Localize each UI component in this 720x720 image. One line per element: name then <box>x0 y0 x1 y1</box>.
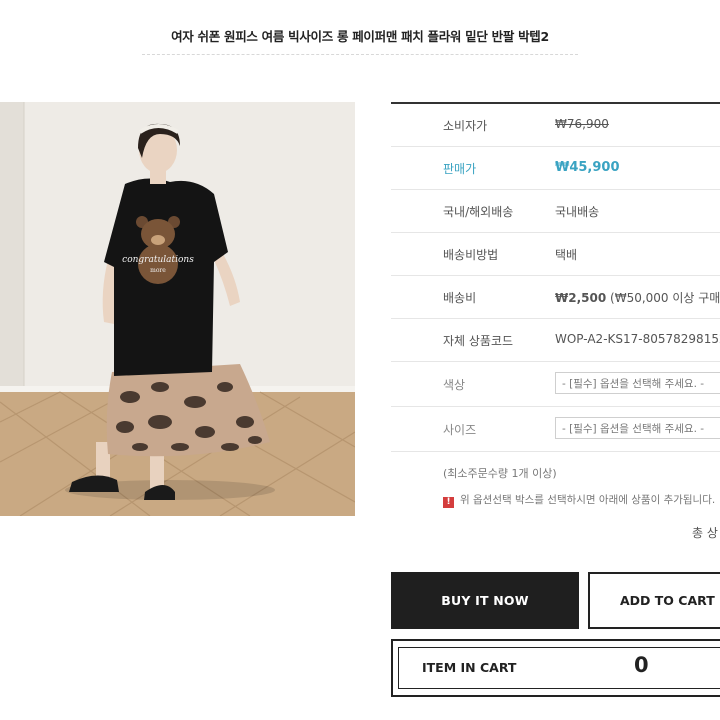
total-price-label: 총 상 <box>692 526 718 540</box>
shipping-fee-label: 배송비 <box>443 291 477 305</box>
shipping-method-label: 배송비방법 <box>443 248 499 262</box>
item-in-cart-inner: ITEM IN CART 0 <box>398 647 720 689</box>
color-option-row: 색상 - [필수] 옵션을 선택해 주세요. - <box>391 362 720 407</box>
sale-price-label: 판매가 <box>443 162 477 176</box>
min-order-quantity: (최소주문수량 1개 이상) <box>443 467 557 480</box>
option-warning-text: 위 옵션선택 박스를 선택하시면 아래에 상품이 추가됩니다. <box>460 494 716 506</box>
shirt-print-subtext: more <box>150 267 166 274</box>
color-select[interactable]: - [필수] 옵션을 선택해 주세요. - <box>555 372 720 394</box>
buy-now-button[interactable]: BUY IT NOW <box>391 572 579 629</box>
size-option-row: 사이즈 - [필수] 옵션을 선택해 주세요. - <box>391 407 720 452</box>
option-warning: ! 위 옵션선택 박스를 선택하시면 아래에 상품이 추가됩니다. <box>443 492 715 508</box>
shipping-method: 택배 <box>555 248 578 262</box>
title-divider <box>142 54 578 55</box>
product-photo: congratulations more <box>0 102 355 516</box>
size-option-label: 사이즈 <box>443 423 477 437</box>
consumer-price: ₩76,900 <box>555 117 609 131</box>
color-select-value: - [필수] 옵션을 선택해 주세요. - <box>562 378 705 390</box>
add-to-cart-button[interactable]: ADD TO CART <box>588 572 720 629</box>
item-in-cart-count: 0 <box>634 653 649 677</box>
shirt-print-text: congratulations <box>122 255 194 265</box>
consumer-price-row: 소비자가 ₩76,900 <box>391 104 720 147</box>
shipping-type-label: 국내/해외배송 <box>443 205 514 219</box>
size-select-value: - [필수] 옵션을 선택해 주세요. - <box>562 423 705 435</box>
warning-icon: ! <box>443 497 454 508</box>
product-title: 여자 쉬폰 원피스 여름 빅사이즈 롱 페이퍼맨 패치 플라워 밑단 반팔 박텝… <box>171 29 549 44</box>
shipping-fee: ₩2,500 (₩50,000 이상 구매 시 <box>555 289 720 306</box>
sale-price: ₩45,900 <box>555 160 620 175</box>
shipping-fee-row: 배송비 ₩2,500 (₩50,000 이상 구매 시 <box>391 276 720 319</box>
product-code-label: 자체 상품코드 <box>443 334 514 348</box>
shipping-type-row: 국내/해외배송 국내배송 <box>391 190 720 233</box>
sale-price-row: 판매가 ₩45,900 <box>391 147 720 190</box>
size-select[interactable]: - [필수] 옵션을 선택해 주세요. - <box>555 417 720 439</box>
shipping-fee-note: (₩50,000 이상 구매 시 <box>610 291 720 305</box>
product-code-row: 자체 상품코드 WOP-A2-KS17-8057829815299 <box>391 319 720 362</box>
consumer-price-label: 소비자가 <box>443 119 488 133</box>
product-code: WOP-A2-KS17-8057829815299 <box>555 332 720 346</box>
add-to-cart-label: ADD TO CART <box>620 593 715 608</box>
product-info-table: 소비자가 ₩76,900 판매가 ₩45,900 국내/해외배송 국내배송 배송… <box>391 102 720 512</box>
option-notes: (최소주문수량 1개 이상) ! 위 옵션선택 박스를 선택하시면 아래에 상품이… <box>391 452 720 512</box>
color-option-label: 색상 <box>443 378 466 392</box>
item-in-cart-box[interactable]: ITEM IN CART 0 <box>391 639 720 697</box>
buy-now-label: BUY IT NOW <box>441 593 529 608</box>
item-in-cart-label: ITEM IN CART <box>422 660 517 675</box>
shipping-fee-amount: ₩2,500 <box>555 291 607 305</box>
shipping-type: 국내배송 <box>555 205 600 219</box>
shipping-method-row: 배송비방법 택배 <box>391 233 720 276</box>
